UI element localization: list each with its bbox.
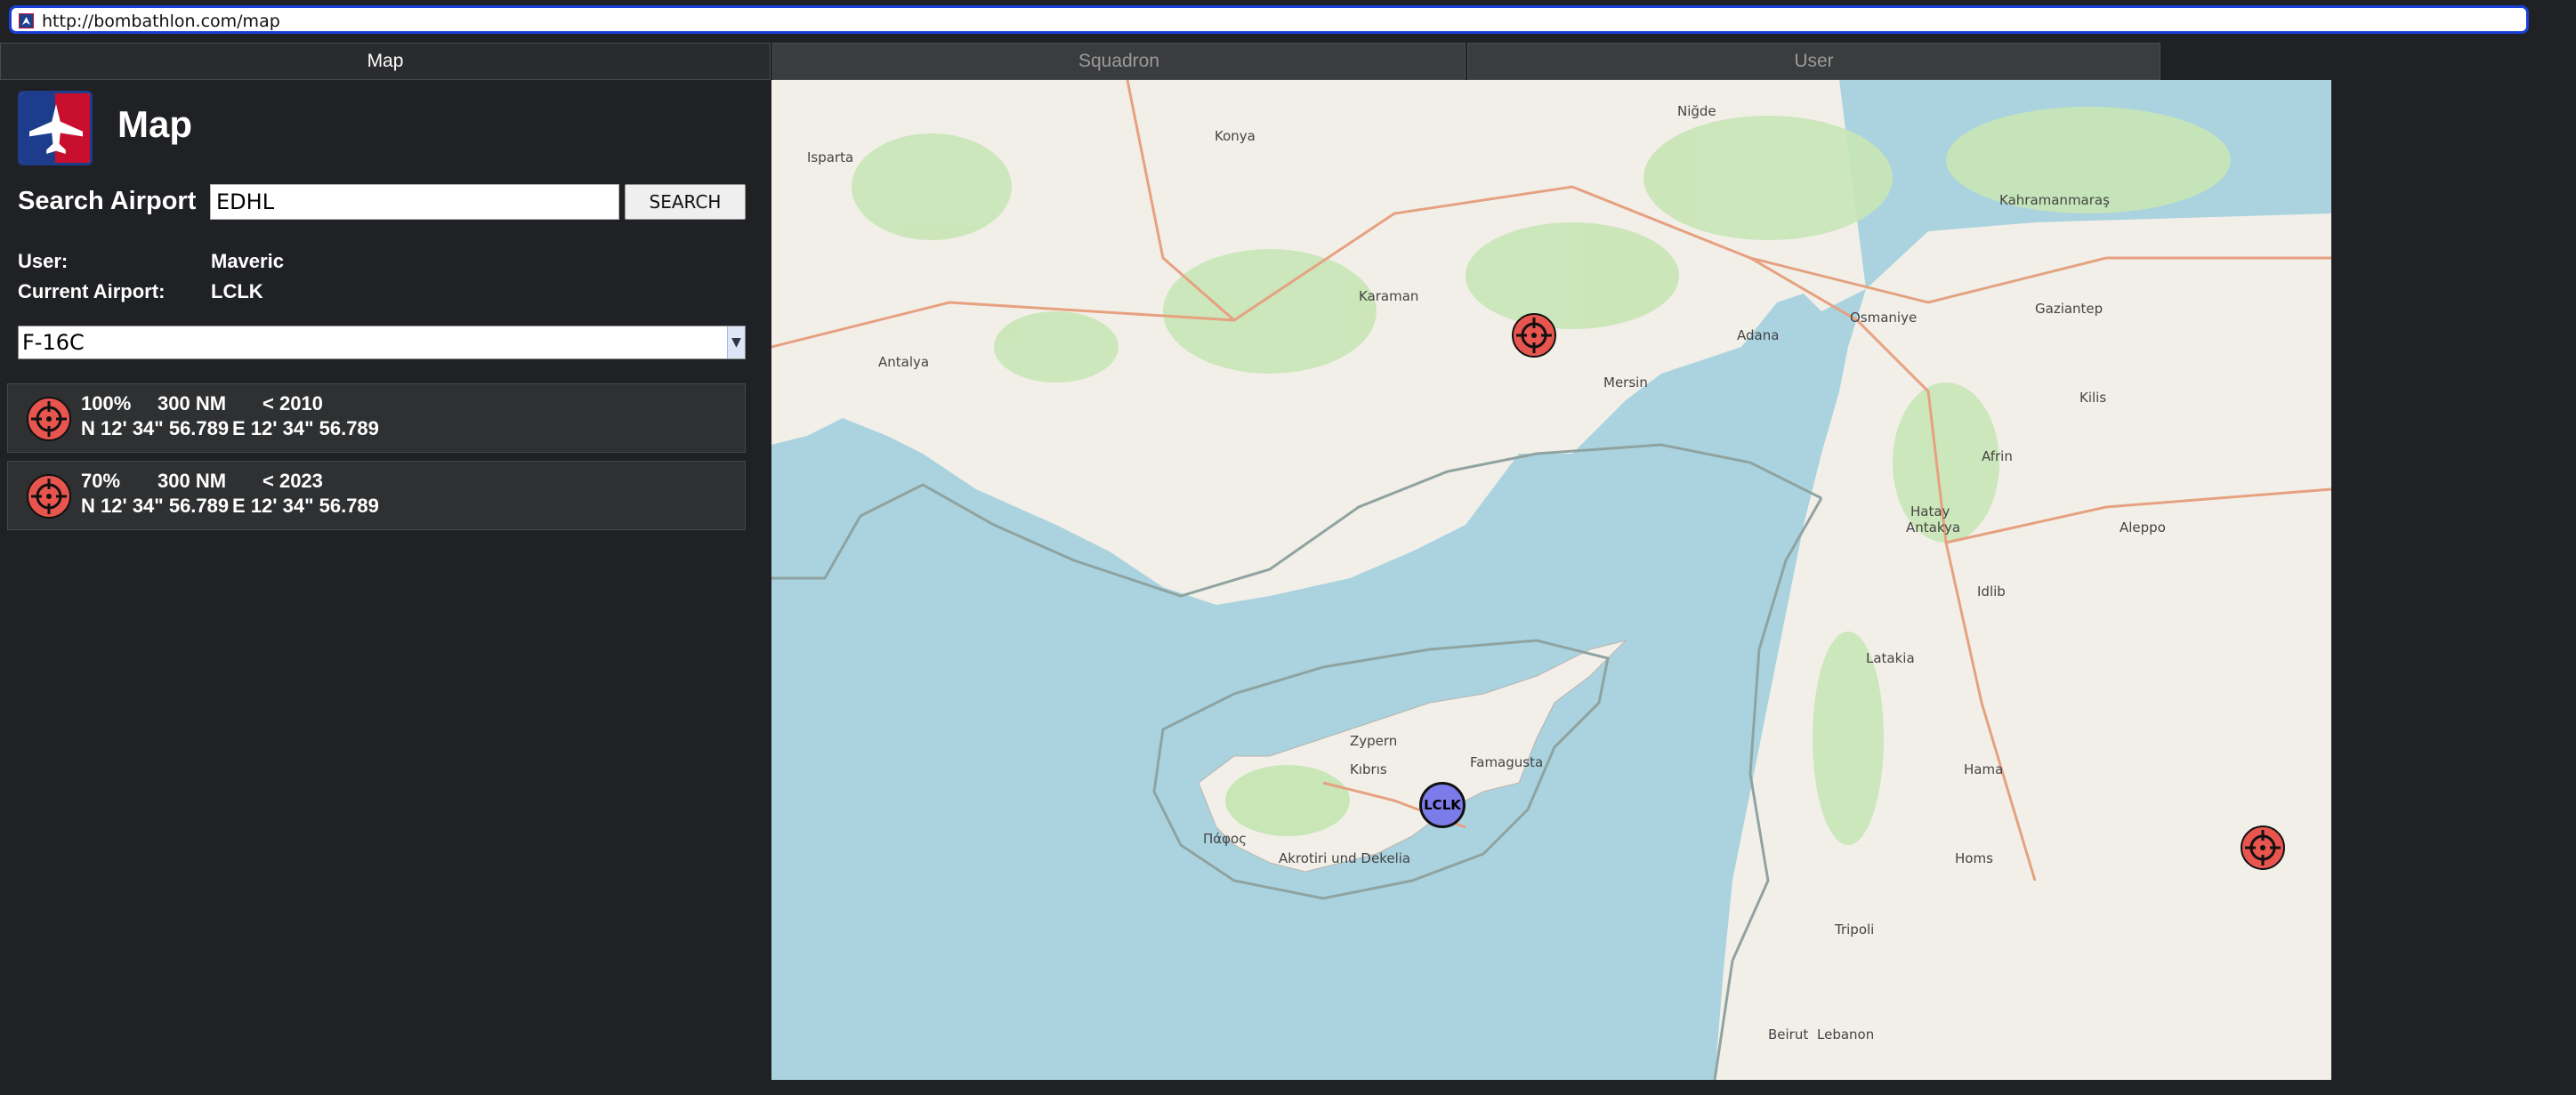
chevron-down-icon[interactable]: ▼: [727, 326, 745, 358]
map-label-adana: Adana: [1737, 327, 1779, 343]
browser-address-bar: http://bombathlon.com/map: [0, 0, 2576, 39]
map-label-cyprus: Zypern: [1350, 733, 1397, 749]
map-label-kahramanmaras: Kahramanmaraş: [1999, 192, 2110, 208]
map-label-lebanon: Lebanon: [1817, 1027, 1874, 1043]
map-label-karaman: Karaman: [1359, 288, 1418, 304]
map-label-kibris: Kıbrıs: [1350, 761, 1387, 777]
airport-marker-lclk[interactable]: LCLK: [1419, 782, 1466, 828]
mission-longitude: E 12' 34" 56.789: [232, 417, 379, 439]
mission-chance: 100%: [81, 392, 132, 415]
current-airport-value: LCLK: [211, 280, 263, 302]
map-view[interactable]: Isparta Konya Niğde Kahramanmaraş Karama…: [771, 80, 2331, 1080]
target-crosshair-icon: [27, 397, 71, 441]
search-airport-input[interactable]: [210, 184, 619, 220]
cyprus-forest: [1225, 765, 1350, 836]
map-label-afrin: Afrin: [1982, 448, 2013, 464]
mission-item[interactable]: 70% 300 NM < 2023 N 12' 34" 56.789 E 12'…: [7, 461, 746, 530]
current-airport-label: Current Airport:: [18, 280, 166, 302]
tab-squadron[interactable]: Squadron: [772, 43, 1466, 80]
tab-squadron-label: Squadron: [1078, 51, 1160, 71]
search-airport-label: Search Airport: [18, 187, 197, 215]
mission-longitude: E 12' 34" 56.789: [232, 495, 379, 517]
map-target-marker[interactable]: [2240, 825, 2286, 871]
user-value: Maveric: [211, 250, 284, 272]
tab-user-label: User: [1794, 51, 1834, 71]
map-label-paphos: Πάφος: [1203, 831, 1247, 847]
map-label-antakya: Antakya: [1906, 519, 1960, 535]
tab-map[interactable]: Map: [0, 43, 771, 80]
url-field[interactable]: http://bombathlon.com/map: [9, 5, 2529, 34]
map-label-hama: Hama: [1964, 761, 2003, 777]
target-crosshair-icon: [27, 474, 71, 519]
mission-item[interactable]: 100% 300 NM < 2010 N 12' 34" 56.789 E 12…: [7, 383, 746, 453]
site-favicon-icon: [19, 13, 34, 28]
map-label-mersin: Mersin: [1603, 374, 1648, 390]
map-label-latakia: Latakia: [1866, 650, 1915, 666]
map-label-beirut: Beirut: [1768, 1027, 1808, 1043]
map-label-osmaniye: Osmaniye: [1850, 310, 1917, 326]
tab-user[interactable]: User: [1467, 43, 2160, 80]
bombathlon-jet-logo-icon: [18, 91, 93, 165]
map-label-famagusta: Famagusta: [1470, 754, 1543, 770]
mission-latitude: N 12' 34" 56.789: [81, 495, 230, 517]
map-label-kilis: Kilis: [2079, 390, 2106, 406]
map-target-marker[interactable]: [1511, 312, 1557, 358]
mission-chance: 70%: [81, 470, 121, 492]
map-tiles[interactable]: Isparta Konya Niğde Kahramanmaraş Karama…: [771, 80, 2331, 1080]
aircraft-select-value: F-16C: [22, 330, 85, 355]
url-text: http://bombathlon.com/map: [42, 12, 280, 31]
aircraft-select[interactable]: F-16C ▼: [18, 326, 746, 359]
mission-year: < 2010: [262, 392, 323, 415]
user-label: User:: [18, 250, 69, 272]
map-label-nigde: Niğde: [1677, 103, 1716, 119]
search-button[interactable]: SEARCH: [625, 184, 746, 220]
mission-distance: 300 NM: [157, 392, 227, 415]
map-label-isparta: Isparta: [807, 149, 853, 165]
land-cyprus: [1198, 640, 1627, 873]
map-label-hatay: Hatay: [1910, 503, 1950, 519]
map-label-tripoli: Tripoli: [1834, 922, 1874, 938]
map-label-aleppo: Aleppo: [2120, 519, 2166, 535]
map-label-antalya: Antalya: [878, 354, 929, 370]
map-label-gaziantep: Gaziantep: [2035, 301, 2103, 317]
map-label-idlib: Idlib: [1977, 584, 2006, 600]
map-label-akrotiri: Akrotiri und Dekelia: [1279, 850, 1410, 866]
mission-year: < 2023: [262, 470, 323, 492]
map-label-homs: Homs: [1955, 850, 1993, 866]
mission-distance: 300 NM: [157, 470, 227, 492]
page-title: Map: [117, 103, 192, 145]
tab-map-label: Map: [367, 51, 404, 71]
mission-latitude: N 12' 34" 56.789: [81, 417, 230, 439]
map-label-konya: Konya: [1215, 128, 1256, 144]
